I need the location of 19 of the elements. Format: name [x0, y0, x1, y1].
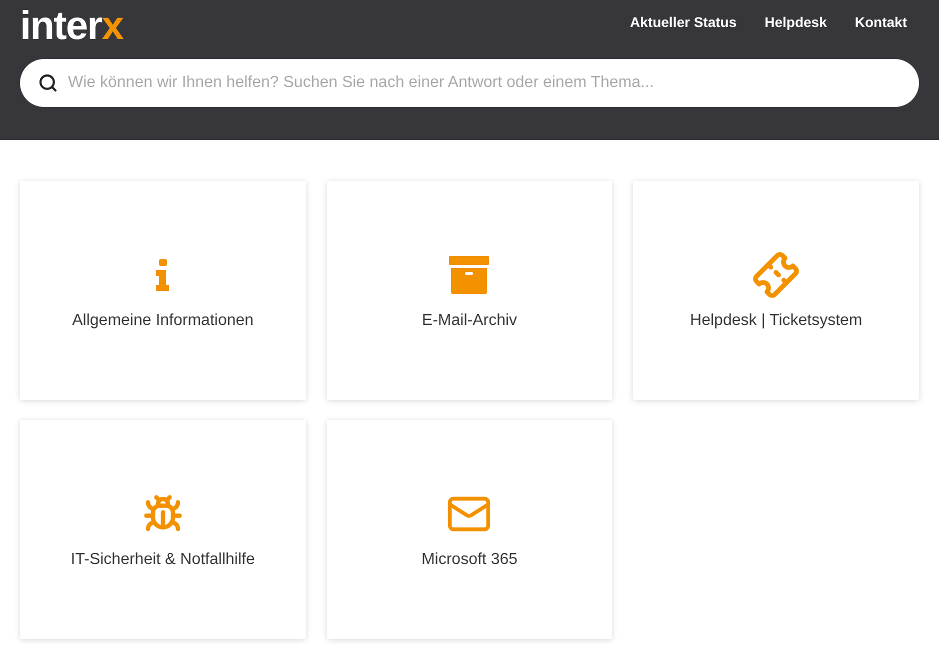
archive-box-icon	[449, 256, 490, 294]
card-label: E-Mail-Archiv	[422, 311, 518, 331]
info-icon	[154, 259, 171, 291]
category-card[interactable]: Helpdesk | Ticketsystem	[633, 181, 919, 400]
card-label: IT-Sicherheit & Notfallhilfe	[70, 550, 255, 570]
category-card[interactable]: E-Mail-Archiv	[326, 181, 612, 400]
category-card[interactable]: IT-Sicherheit & Notfallhilfe	[20, 420, 306, 639]
category-card[interactable]: Allgemeine Informationen	[20, 181, 306, 400]
card-label: Allgemeine Informationen	[72, 311, 254, 331]
category-card[interactable]: Microsoft 365	[326, 420, 612, 639]
logo[interactable]: interx	[20, 6, 123, 46]
card-label: Microsoft 365	[421, 550, 518, 570]
nav-link[interactable]: Helpdesk	[764, 12, 827, 32]
nav-link[interactable]: Aktueller Status	[630, 12, 737, 32]
bug-icon	[142, 494, 183, 534]
search-icon	[38, 73, 58, 93]
card-label: Helpdesk | Ticketsystem	[690, 311, 862, 331]
search-field[interactable]: Wie können wir Ihnen helfen? Suchen Sie nach einer Antwort oder einem Thema...	[20, 59, 919, 107]
nav-link[interactable]: Kontakt	[854, 12, 907, 32]
